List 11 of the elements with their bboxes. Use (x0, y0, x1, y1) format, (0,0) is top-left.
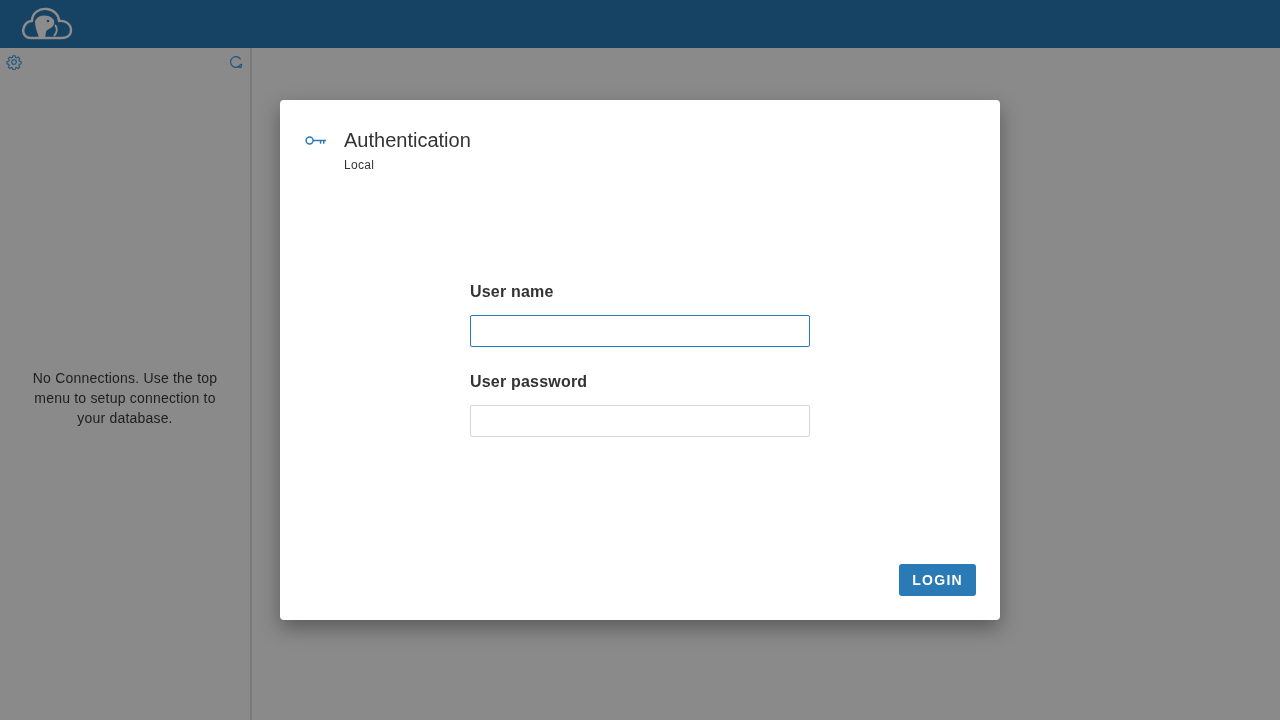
no-connections-message: No Connections. Use the top menu to setup connection to your database. (31, 369, 219, 428)
input-field[interactable] (470, 315, 810, 347)
dialog-title: Authentication (344, 128, 471, 153)
field-label: User name (470, 282, 555, 302)
settings-icon[interactable] (6, 54, 22, 70)
cloud-logo (21, 7, 73, 41)
dialog-subtitle: Local (344, 157, 376, 174)
field-label: User password (470, 372, 589, 392)
refresh-icon[interactable] (228, 54, 244, 70)
key-icon (305, 135, 327, 146)
login-button[interactable]: LOGIN (899, 564, 976, 596)
